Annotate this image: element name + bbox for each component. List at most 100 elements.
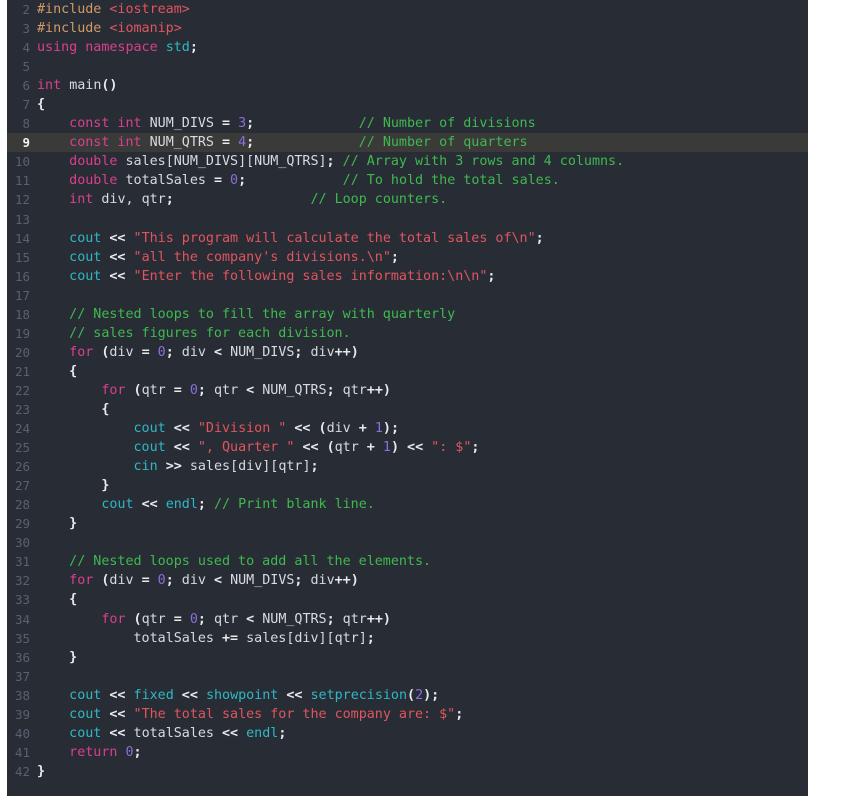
code-text[interactable]: cout << endl; // Print blank line. — [36, 495, 808, 514]
code-token: using namespace — [37, 40, 158, 56]
code-text[interactable]: } — [36, 514, 808, 533]
code-text[interactable]: const int NUM_QTRS = 4; // Number of qua… — [36, 133, 808, 152]
code-token: div — [302, 344, 335, 360]
code-line[interactable]: 13 — [0, 210, 808, 229]
code-text[interactable]: } — [36, 762, 808, 781]
code-line[interactable]: 17 — [0, 286, 808, 305]
code-text[interactable]: // Nested loops to fill the array with q… — [36, 305, 808, 324]
code-line[interactable]: 30 — [0, 533, 808, 552]
code-text[interactable]: { — [36, 590, 808, 609]
code-text[interactable] — [36, 667, 808, 686]
code-text[interactable]: for (qtr = 0; qtr < NUM_QTRS; qtr++) — [36, 381, 808, 400]
code-line[interactable]: 34 for (qtr = 0; qtr < NUM_QTRS; qtr++) — [0, 610, 808, 629]
code-token: << — [109, 268, 126, 284]
code-text[interactable]: totalSales += sales[div][qtr]; — [36, 629, 808, 648]
code-line[interactable]: 22 for (qtr = 0; qtr < NUM_QTRS; qtr++) — [0, 381, 808, 400]
code-token: ; — [310, 459, 319, 475]
code-text[interactable]: cin >> sales[div][qtr]; — [36, 457, 808, 476]
code-text[interactable]: int main() — [36, 76, 808, 95]
code-line[interactable]: 33 { — [0, 590, 808, 609]
code-line[interactable]: 2 #include <iostream> — [0, 0, 808, 19]
code-line[interactable]: 12 int div, qtr; // Loop counters. — [0, 190, 808, 209]
code-text[interactable]: } — [36, 648, 808, 667]
code-text[interactable]: double totalSales = 0; // To hold the to… — [36, 171, 808, 190]
code-text[interactable]: cout << fixed << showpoint << setprecisi… — [36, 686, 808, 705]
code-text[interactable]: for (div = 0; div < NUM_DIVS; div++) — [36, 571, 808, 590]
code-text[interactable]: { — [36, 400, 808, 419]
code-line[interactable]: 19 // sales figures for each division. — [0, 324, 808, 343]
code-text[interactable]: #include <iomanip> — [36, 19, 808, 38]
code-text[interactable]: return 0; — [36, 743, 808, 762]
code-token: div — [302, 573, 335, 589]
code-token: } — [37, 763, 46, 779]
code-line[interactable]: 21 { — [0, 362, 808, 381]
code-line[interactable]: 20 for (div = 0; div < NUM_DIVS; div++) — [0, 343, 808, 362]
code-line[interactable]: 29 } — [0, 514, 808, 533]
code-line[interactable]: 28 cout << endl; // Print blank line. — [0, 495, 808, 514]
code-line[interactable]: 38 cout << fixed << showpoint << setprec… — [0, 686, 808, 705]
code-text[interactable]: cout << "Enter the following sales infor… — [36, 267, 808, 286]
code-line[interactable]: 9 const int NUM_QTRS = 4; // Number of q… — [0, 133, 808, 153]
code-text[interactable]: } — [36, 476, 808, 495]
code-line[interactable]: 37 — [0, 667, 808, 686]
code-text[interactable] — [36, 210, 808, 229]
code-line[interactable]: 42} — [0, 762, 808, 781]
code-text[interactable]: #include <iostream> — [36, 0, 808, 19]
code-line[interactable]: 32 for (div = 0; div < NUM_DIVS; div++) — [0, 571, 808, 590]
code-line[interactable]: 14 cout << "This program will calculate … — [0, 229, 808, 248]
code-text[interactable]: double sales[NUM_DIVS][NUM_QTRS]; // Arr… — [36, 152, 808, 171]
code-line[interactable]: 26 cin >> sales[div][qtr]; — [0, 457, 808, 476]
code-text[interactable]: using namespace std; — [36, 38, 808, 57]
code-text[interactable]: // sales figures for each division. — [36, 324, 808, 343]
code-text[interactable]: { — [36, 362, 808, 381]
code-line[interactable]: 24 cout << "Division " << (div + 1); — [0, 419, 808, 438]
code-line[interactable]: 5 — [0, 57, 808, 76]
code-token: 2 — [415, 687, 424, 703]
code-line[interactable]: 15 cout << "all the company's divisions.… — [0, 248, 808, 267]
code-line[interactable]: 8 const int NUM_DIVS = 3; // Number of d… — [0, 114, 808, 133]
code-line[interactable]: 31 // Nested loops used to add all the e… — [0, 552, 808, 571]
code-text[interactable]: cout << "all the company's divisions.\n"… — [36, 248, 808, 267]
code-line[interactable]: 10 double sales[NUM_DIVS][NUM_QTRS]; // … — [0, 152, 808, 171]
code-line[interactable]: 16 cout << "Enter the following sales in… — [0, 267, 808, 286]
code-text[interactable]: cout << ", Quarter " << (qtr + 1) << ": … — [36, 438, 808, 457]
code-line[interactable]: 35 totalSales += sales[div][qtr]; — [0, 629, 808, 648]
code-line[interactable]: 6 int main() — [0, 76, 808, 95]
code-line[interactable]: 40 cout << totalSales << endl; — [0, 724, 808, 743]
code-text[interactable]: cout << "Division " << (div + 1); — [36, 419, 808, 438]
code-token: ; — [390, 249, 399, 265]
code-token: cout — [69, 268, 102, 284]
code-text[interactable] — [36, 533, 808, 552]
code-line[interactable]: 18 // Nested loops to fill the array wit… — [0, 305, 808, 324]
code-text[interactable] — [36, 286, 808, 305]
code-line[interactable]: 27 } — [0, 476, 808, 495]
code-text[interactable]: cout << "The total sales for the company… — [36, 705, 808, 724]
code-text[interactable]: // Nested loops used to add all the elem… — [36, 552, 808, 571]
code-token: cin — [133, 459, 158, 475]
code-line[interactable]: 41 return 0; — [0, 743, 808, 762]
code-text[interactable]: int div, qtr; // Loop counters. — [36, 190, 808, 209]
code-line[interactable]: 36 } — [0, 648, 808, 667]
code-line[interactable]: 7{ — [0, 95, 808, 114]
code-token: // To hold the total sales. — [342, 173, 560, 189]
code-text[interactable]: { — [36, 95, 808, 114]
code-token: ( — [407, 687, 416, 703]
code-text[interactable]: for (qtr = 0; qtr < NUM_QTRS; qtr++) — [36, 610, 808, 629]
code-line[interactable]: 4 using namespace std; — [0, 38, 808, 57]
code-text[interactable]: for (div = 0; div < NUM_DIVS; div++) — [36, 343, 808, 362]
code-line[interactable]: 25 cout << ", Quarter " << (qtr + 1) << … — [0, 438, 808, 457]
code-text[interactable]: cout << "This program will calculate the… — [36, 229, 808, 248]
code-line[interactable]: 39 cout << "The total sales for the comp… — [0, 705, 808, 724]
code-text[interactable]: cout << totalSales << endl; — [36, 724, 808, 743]
code-line-list[interactable]: 2 #include <iostream> 3 #include <iomanip> 4… — [0, 0, 808, 781]
code-text[interactable] — [36, 57, 808, 76]
code-line[interactable]: 11 double totalSales = 0; // To hold the… — [0, 171, 808, 190]
code-line[interactable]: 3 #include <iomanip> — [0, 19, 808, 38]
code-line[interactable]: 23 { — [0, 400, 808, 419]
code-editor[interactable]: 2 #include <iostream> 3 #include <iomanip> 4… — [0, 0, 808, 796]
code-text[interactable]: const int NUM_DIVS = 3; // Number of div… — [36, 114, 808, 133]
